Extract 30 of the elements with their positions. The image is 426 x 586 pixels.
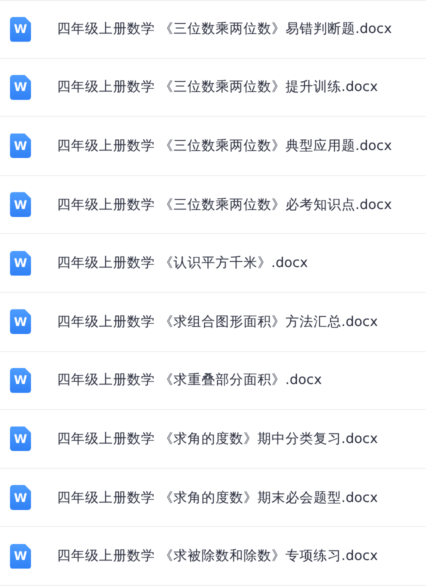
document-icon: W	[10, 133, 31, 158]
document-icon: W	[10, 368, 31, 393]
file-row[interactable]: W 四年级上册数学 《求组合图形面积》方法汇总.docx	[0, 292, 426, 352]
file-row[interactable]: W 四年级上册数学 《求角的度数》期中分类复习.docx	[0, 410, 426, 469]
file-name: 四年级上册数学 《求角的度数》期末必会题型.docx	[57, 488, 378, 507]
file-row[interactable]: W 四年级上册数学 《三位数乘两位数》易错判断题.docx	[0, 0, 426, 59]
file-name: 四年级上册数学 《求重叠部分面积》.docx	[57, 371, 322, 390]
document-icon: W	[10, 485, 31, 510]
file-name: 四年级上册数学 《求组合图形面积》方法汇总.docx	[57, 312, 378, 331]
document-icon: W	[10, 74, 31, 100]
file-row[interactable]: W 四年级上册数学 《求重叠部分面积》.docx	[0, 352, 426, 410]
file-name: 四年级上册数学 《认识平方千米》.docx	[57, 254, 308, 272]
file-name: 四年级上册数学 《三位数乘两位数》必考知识点.docx	[57, 196, 392, 214]
file-row[interactable]: W 四年级上册数学 《三位数乘两位数》必考知识点.docx	[0, 176, 426, 234]
file-row[interactable]: W 四年级上册数学 《求角的度数》期末必会题型.docx	[0, 468, 426, 528]
file-row[interactable]: W 四年级上册数学 《求被除数和除数》专项练习.docx	[0, 527, 426, 586]
file-name: 四年级上册数学 《三位数乘两位数》典型应用题.docx	[57, 136, 392, 155]
document-icon: W	[10, 426, 31, 452]
document-icon: W	[10, 16, 31, 42]
document-icon: W	[10, 250, 31, 276]
file-name: 四年级上册数学 《三位数乘两位数》提升训练.docx	[57, 78, 378, 96]
file-name: 四年级上册数学 《求角的度数》期中分类复习.docx	[57, 430, 378, 448]
document-icon: W	[10, 192, 31, 218]
file-name: 四年级上册数学 《求被除数和除数》专项练习.docx	[57, 547, 378, 566]
file-row[interactable]: W 四年级上册数学 《三位数乘两位数》典型应用题.docx	[0, 117, 426, 176]
document-icon: W	[10, 309, 31, 334]
file-row[interactable]: W 四年级上册数学 《认识平方千米》.docx	[0, 234, 426, 293]
document-icon: W	[10, 544, 31, 569]
file-row[interactable]: W 四年级上册数学 《三位数乘两位数》提升训练.docx	[0, 58, 426, 118]
file-name: 四年级上册数学 《三位数乘两位数》易错判断题.docx	[57, 20, 392, 38]
